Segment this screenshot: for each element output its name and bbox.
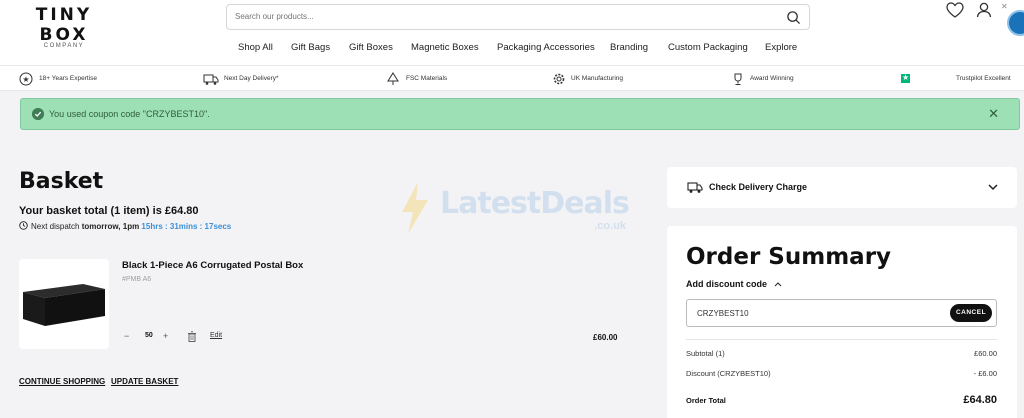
search-icon[interactable] — [786, 10, 801, 25]
account-icon[interactable] — [974, 0, 994, 20]
discount-code-input[interactable] — [697, 309, 937, 318]
watermark: LatestDeals .co.uk — [398, 182, 630, 238]
basket-total: Your basket total (1 item) is £64.80 — [19, 205, 199, 217]
close-icon[interactable]: ✕ — [1001, 2, 1008, 11]
nav-packaging-accessories[interactable]: Packaging Accessories — [497, 42, 595, 53]
search-input[interactable] — [235, 12, 755, 21]
watermark-domain: .co.uk — [594, 220, 626, 232]
usp-award: Award Winning — [731, 72, 821, 86]
discount-toggle[interactable]: Add discount code — [686, 279, 782, 289]
nav-branding[interactable]: Branding — [610, 42, 648, 53]
usp-fsc: FSC Materials — [386, 72, 476, 86]
trophy-icon — [734, 73, 742, 85]
order-total-value: £64.80 — [963, 394, 997, 406]
update-basket-link[interactable]: UPDATE BASKET — [111, 377, 178, 386]
order-total-row: Order Total £64.80 — [686, 394, 997, 406]
subtotal-row: Subtotal (1) £60.00 — [686, 349, 997, 358]
delivery-charge-panel[interactable]: Check Delivery Charge — [667, 167, 1017, 208]
nav-explore[interactable]: Explore — [765, 42, 797, 53]
product-name[interactable]: Black 1-Piece A6 Corrugated Postal Box — [122, 260, 303, 271]
discount-value: - £6.00 — [973, 369, 997, 378]
nav-gift-bags[interactable]: Gift Bags — [291, 42, 330, 53]
summary-divider — [686, 339, 997, 340]
subtotal-value: £60.00 — [974, 349, 997, 358]
product-price: £60.00 — [593, 333, 618, 342]
product-sku: #PMB A6 — [122, 276, 152, 283]
edit-link[interactable]: Edit — [210, 332, 222, 339]
nav-magnetic-boxes[interactable]: Magnetic Boxes — [411, 42, 479, 53]
quantity-value[interactable]: 50 — [145, 332, 153, 339]
usp-trustpilot[interactable]: Trustpilot Excellent — [901, 72, 1021, 86]
continue-shopping-link[interactable]: CONTINUE SHOPPING — [19, 377, 105, 386]
check-circle-icon — [32, 108, 44, 120]
quantity-minus-button[interactable]: − — [124, 331, 129, 341]
usp-bar: ★ 18+ Years Expertise Next Day Delivery*… — [0, 65, 1024, 91]
clock-icon — [19, 221, 28, 230]
watermark-brand: LatestDeals — [440, 186, 630, 221]
logo-wordmark: TINY BOX — [35, 5, 93, 45]
coupon-alert: You used coupon code "CRZYBEST10". ✕ — [20, 98, 1020, 130]
discount-row: Discount (CRZYBEST10) - £6.00 — [686, 369, 997, 378]
nav-custom-packaging[interactable]: Custom Packaging — [668, 42, 748, 53]
order-summary-panel: Order Summary Add discount code CANCEL S… — [667, 226, 1017, 418]
dispatch-info: Next dispatch tomorrow, 1pm 15hrs : 31mi… — [19, 221, 231, 231]
main-nav: Shop All Gift Bags Gift Boxes Magnetic B… — [0, 42, 1024, 56]
dispatch-countdown: 15hrs : 31mins : 17secs — [141, 222, 232, 231]
truck-icon — [687, 182, 703, 193]
usp-manufacturing: UK Manufacturing — [552, 72, 652, 86]
lightning-icon — [402, 182, 428, 234]
delivery-charge-label: Check Delivery Charge — [709, 182, 808, 192]
nav-gift-boxes[interactable]: Gift Boxes — [349, 42, 393, 53]
nav-shop-all[interactable]: Shop All — [238, 42, 273, 53]
lightning-badge-icon[interactable] — [1007, 10, 1024, 36]
discount-code-field[interactable]: CANCEL — [686, 299, 997, 327]
quantity-plus-button[interactable]: + — [163, 331, 168, 341]
alert-close-icon[interactable]: ✕ — [988, 107, 999, 120]
chevron-down-icon[interactable] — [987, 181, 999, 193]
star-badge-icon: ★ — [19, 72, 33, 86]
black-box-image — [23, 284, 105, 326]
order-summary-title: Order Summary — [686, 244, 892, 270]
truck-icon — [203, 74, 219, 85]
search-bar[interactable] — [226, 4, 810, 30]
site-header: TINY BOX COMPANY ✕ Shop All Gift Bags Gi… — [0, 0, 1024, 65]
product-image[interactable] — [19, 259, 109, 349]
heart-icon[interactable] — [945, 0, 965, 20]
usp-delivery: Next Day Delivery* — [203, 72, 303, 86]
tree-icon — [387, 72, 399, 85]
usp-expertise: ★ 18+ Years Expertise — [19, 72, 119, 86]
alert-message: You used coupon code "CRZYBEST10". — [49, 109, 210, 119]
gear-icon — [553, 73, 565, 85]
chevron-up-icon — [774, 282, 781, 287]
page-title: Basket — [19, 169, 104, 194]
cancel-discount-button[interactable]: CANCEL — [950, 304, 992, 322]
trash-icon[interactable] — [187, 331, 197, 342]
svg-text:★: ★ — [22, 75, 29, 84]
